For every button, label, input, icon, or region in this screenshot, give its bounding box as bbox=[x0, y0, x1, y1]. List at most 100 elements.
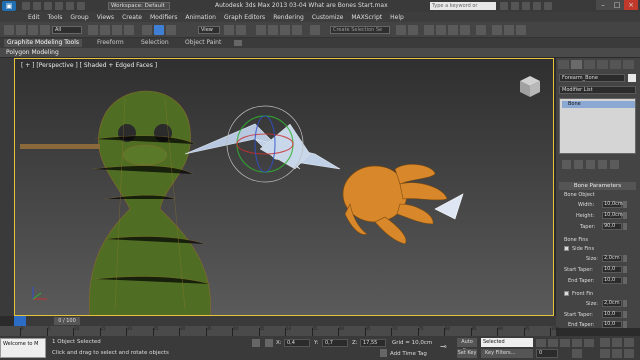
menu-create[interactable]: Create bbox=[122, 14, 142, 21]
remove-modifier-icon[interactable] bbox=[598, 160, 607, 169]
set-key-button[interactable]: Set Key bbox=[457, 349, 477, 358]
angle-snap-icon[interactable] bbox=[268, 25, 278, 35]
tab-object-paint[interactable]: Object Paint bbox=[182, 39, 224, 47]
new-file-icon[interactable] bbox=[22, 2, 30, 10]
menu-edit[interactable]: Edit bbox=[28, 14, 40, 21]
zoom-all-icon[interactable] bbox=[612, 338, 622, 347]
ribbon-options-icon[interactable] bbox=[234, 40, 242, 46]
width-field[interactable]: 10,0cm bbox=[602, 201, 623, 208]
create-panel-tab[interactable] bbox=[558, 60, 569, 69]
front-size-field[interactable]: 2,0cm bbox=[602, 300, 622, 307]
render-production-icon[interactable] bbox=[516, 25, 526, 35]
z-coordinate-field[interactable]: 17,55 bbox=[360, 339, 386, 347]
make-unique-icon[interactable] bbox=[586, 160, 595, 169]
y-coordinate-field[interactable]: 0,7 bbox=[322, 339, 348, 347]
utilities-panel-tab[interactable] bbox=[623, 60, 634, 69]
front-start-taper-field[interactable]: 10,0 bbox=[602, 311, 622, 318]
next-frame-icon[interactable] bbox=[572, 339, 582, 347]
align-icon[interactable] bbox=[408, 25, 418, 35]
go-to-end-icon[interactable] bbox=[584, 339, 594, 347]
curve-editor-icon[interactable] bbox=[448, 25, 458, 35]
field-of-view-icon[interactable] bbox=[600, 349, 610, 358]
selection-region-icon[interactable] bbox=[112, 25, 122, 35]
redo-button[interactable] bbox=[16, 25, 26, 35]
rotate-icon[interactable] bbox=[154, 25, 164, 35]
pin-stack-icon[interactable] bbox=[562, 160, 571, 169]
communication-center-icon[interactable] bbox=[522, 2, 530, 10]
time-config-icon[interactable] bbox=[572, 349, 582, 358]
zoom-extents-icon[interactable] bbox=[624, 338, 634, 347]
side-size-spinner[interactable] bbox=[623, 255, 627, 262]
menu-maxscript[interactable]: MAXScript bbox=[351, 14, 382, 21]
undo-icon[interactable] bbox=[55, 2, 63, 10]
menu-views[interactable]: Views bbox=[97, 14, 114, 21]
search-input[interactable]: Type a keyword or phrase bbox=[430, 2, 496, 17]
x-coordinate-field[interactable]: 0,4 bbox=[284, 339, 310, 347]
bone-parameters-rollout[interactable]: Bone Parameters bbox=[559, 182, 636, 190]
menu-tools[interactable]: Tools bbox=[48, 14, 63, 21]
taper-spinner[interactable] bbox=[623, 223, 627, 230]
percent-snap-icon[interactable] bbox=[280, 25, 290, 35]
perspective-viewport[interactable]: [ + ] [Perspective ] [ Shaded + Edged Fa… bbox=[14, 58, 554, 316]
pan-icon[interactable] bbox=[612, 349, 622, 358]
track-bar[interactable]: 0 5 10 15 20 25 30 35 40 45 50 55 60 65 70 75 80 85 90 95 10… bbox=[0, 326, 559, 336]
side-start-taper-field[interactable]: 10,0 bbox=[602, 266, 622, 273]
key-mode-dropdown[interactable]: Selected bbox=[481, 338, 533, 347]
polygon-modeling-label[interactable]: Polygon Modeling bbox=[6, 49, 59, 56]
menu-help[interactable]: Help bbox=[390, 14, 404, 21]
front-end-taper-spinner[interactable] bbox=[623, 321, 627, 328]
side-end-taper-field[interactable]: 10,0 bbox=[602, 277, 622, 284]
save-file-icon[interactable] bbox=[44, 2, 52, 10]
unlink-icon[interactable] bbox=[40, 25, 50, 35]
rendered-frame-icon[interactable] bbox=[504, 25, 514, 35]
close-button[interactable]: × bbox=[624, 0, 638, 10]
material-editor-icon[interactable] bbox=[476, 25, 486, 35]
minimize-button[interactable]: – bbox=[596, 0, 610, 10]
previous-frame-icon[interactable] bbox=[548, 339, 558, 347]
subscription-icon[interactable] bbox=[511, 2, 519, 10]
viewcube[interactable] bbox=[520, 76, 540, 97]
manipulate-icon[interactable] bbox=[236, 25, 246, 35]
stack-item-bone[interactable]: Bone bbox=[562, 101, 635, 108]
key-icon[interactable]: ⊸ bbox=[440, 342, 452, 352]
menu-animation[interactable]: Animation bbox=[185, 14, 216, 21]
tab-selection[interactable]: Selection bbox=[138, 39, 172, 47]
selection-filter-dropdown[interactable]: All bbox=[52, 26, 82, 34]
key-filters-button[interactable]: Key Filters... bbox=[481, 349, 533, 358]
side-size-field[interactable]: 2,0cm bbox=[602, 255, 622, 262]
time-tag-icon[interactable] bbox=[380, 349, 387, 357]
project-folder-icon[interactable] bbox=[77, 2, 85, 10]
height-spinner[interactable] bbox=[623, 212, 627, 219]
move-icon[interactable] bbox=[142, 25, 152, 35]
viewport-label[interactable]: [ + ] [Perspective ] [ Shaded + Edged Fa… bbox=[21, 62, 157, 69]
layer-manager-icon[interactable] bbox=[424, 25, 434, 35]
height-field[interactable]: 10,0cm bbox=[602, 212, 623, 219]
open-file-icon[interactable] bbox=[33, 2, 41, 10]
show-end-result-icon[interactable] bbox=[574, 160, 583, 169]
add-time-tag[interactable]: Add Time Tag bbox=[390, 351, 427, 357]
render-setup-icon[interactable] bbox=[492, 25, 502, 35]
app-logo-icon[interactable]: ▣ bbox=[2, 1, 16, 11]
current-frame-field[interactable]: 0 bbox=[536, 349, 558, 358]
spinner-snap-icon[interactable] bbox=[292, 25, 302, 35]
display-panel-tab[interactable] bbox=[610, 60, 621, 69]
redo-icon[interactable] bbox=[66, 2, 74, 10]
graphite-toggle-icon[interactable] bbox=[436, 25, 446, 35]
search-icon[interactable] bbox=[500, 2, 508, 10]
select-object-icon[interactable] bbox=[88, 25, 98, 35]
menu-modifiers[interactable]: Modifiers bbox=[150, 14, 177, 21]
modifier-list-dropdown[interactable]: Modifier List bbox=[559, 86, 636, 94]
taper-field[interactable]: 90,0 bbox=[602, 223, 622, 230]
maxscript-listener[interactable]: Welcome to M bbox=[0, 338, 46, 358]
configure-sets-icon[interactable] bbox=[610, 160, 619, 169]
front-size-spinner[interactable] bbox=[623, 300, 627, 307]
object-color-swatch[interactable] bbox=[628, 74, 636, 82]
orbit-icon[interactable] bbox=[624, 349, 634, 358]
reference-coordinate-dropdown[interactable]: View bbox=[198, 26, 220, 34]
edit-named-selection-icon[interactable] bbox=[310, 25, 320, 35]
favorites-icon[interactable] bbox=[533, 2, 541, 10]
tab-freeform[interactable]: Freeform bbox=[94, 39, 127, 47]
mirror-icon[interactable] bbox=[396, 25, 406, 35]
pivot-center-icon[interactable] bbox=[224, 25, 234, 35]
hierarchy-panel-tab[interactable] bbox=[584, 60, 595, 69]
